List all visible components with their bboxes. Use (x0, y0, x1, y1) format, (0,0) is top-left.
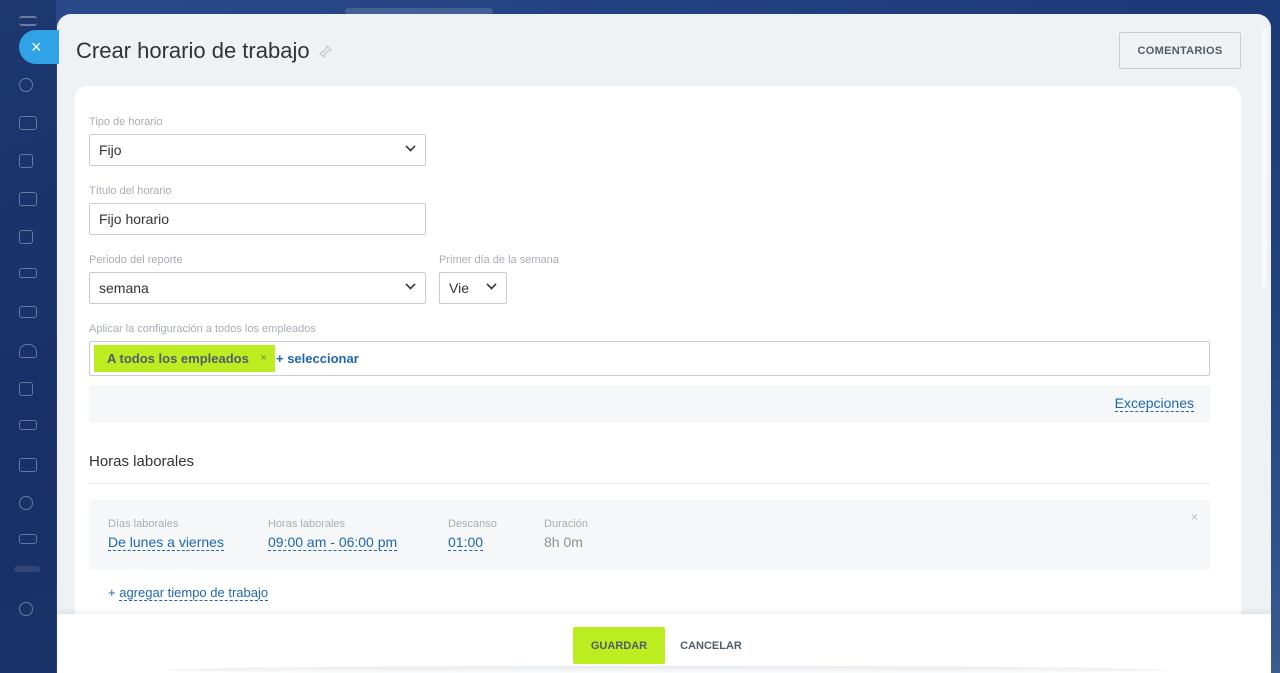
drive-icon[interactable] (19, 268, 37, 278)
exceptions-bar: Excepciones (89, 385, 1210, 423)
cancel-button[interactable]: CANCELAR (675, 627, 747, 664)
tag-remove-icon[interactable]: × (260, 345, 266, 372)
add-working-time-link[interactable]: + agregar tiempo de trabajo (108, 585, 269, 601)
plus-icon: + (108, 585, 116, 600)
document-icon[interactable] (19, 154, 33, 168)
mail-icon[interactable] (19, 306, 37, 318)
schedule-type-label: Tipo de horario (89, 116, 163, 128)
report-period-label: Periodo del reporte (89, 254, 183, 266)
days-column: Días laborales De lunes a viernes (108, 518, 224, 552)
working-hours-title: Horas laborales (89, 453, 195, 470)
scrollbar[interactable] (1262, 28, 1267, 288)
schedule-type-value: Fijo (99, 142, 122, 158)
days-label: Días laborales (108, 518, 179, 530)
remove-row-icon[interactable]: × (1191, 510, 1198, 524)
form-card: Tipo de horario Fijo Título del horario … (75, 86, 1241, 673)
footer-shadow (167, 666, 1167, 673)
chat-icon[interactable] (19, 116, 37, 130)
cart-icon[interactable] (19, 534, 37, 544)
schedule-icon[interactable] (19, 458, 37, 472)
first-day-select[interactable]: Vie (439, 272, 507, 304)
file-icon[interactable] (19, 230, 33, 244)
days-link[interactable]: De lunes a viernes (108, 534, 224, 551)
duration-column: Duración 8h 0m (544, 518, 588, 552)
all-employees-tag: A todos los empleados × (94, 345, 275, 372)
schedule-title-value: Fijo horario (99, 211, 170, 227)
break-label: Descanso (448, 518, 497, 530)
schedule-row: Días laborales De lunes a viernes Horas … (89, 500, 1210, 570)
schedule-title-label: Título del horario (89, 185, 172, 197)
section-divider (89, 483, 1210, 484)
slider-panel: Crear horario de trabajo COMENTARIOS Tip… (57, 14, 1271, 673)
first-day-value: Vie (449, 280, 469, 296)
report-period-select[interactable]: semana (89, 272, 426, 304)
break-column: Descanso 01:00 (448, 518, 497, 552)
target-icon[interactable] (19, 496, 33, 510)
chevron-down-icon (486, 279, 497, 290)
break-link[interactable]: 01:00 (448, 534, 484, 551)
comments-button[interactable]: COMENTARIOS (1119, 32, 1241, 69)
settings-icon[interactable] (19, 602, 33, 616)
employees-selector[interactable]: A todos los empleados × + seleccionar (89, 341, 1210, 376)
pin-icon[interactable] (318, 44, 333, 59)
all-employees-tag-label: A todos los empleados (107, 351, 249, 366)
close-icon: × (31, 37, 42, 57)
select-employees-link[interactable]: + seleccionar (276, 342, 359, 375)
chevron-down-icon (405, 279, 416, 290)
footer-bar: GUARDAR CANCELAR (57, 614, 1271, 673)
app-sidebar (0, 0, 56, 673)
contacts-icon[interactable] (19, 344, 37, 358)
schedule-title-input[interactable]: Fijo horario (89, 203, 426, 235)
add-working-time-label: agregar tiempo de trabajo (119, 585, 269, 601)
page-title: Crear horario de trabajo (76, 38, 310, 63)
sidebar-bar-icon[interactable] (14, 566, 40, 572)
chevron-down-icon (405, 141, 416, 152)
hours-label: Horas laborales (268, 518, 346, 530)
hours-link[interactable]: 09:00 am - 06:00 pm (268, 534, 398, 551)
save-button[interactable]: GUARDAR (573, 627, 665, 664)
feed-icon[interactable] (19, 78, 33, 92)
calendar-icon[interactable] (19, 192, 37, 206)
close-button[interactable]: × (19, 30, 59, 64)
hours-column: Horas laborales 09:00 am - 06:00 pm (268, 518, 398, 552)
exceptions-link[interactable]: Excepciones (1114, 395, 1194, 412)
duration-label: Duración (544, 518, 589, 530)
tasks-icon[interactable] (19, 382, 33, 396)
funnel-icon[interactable] (19, 420, 37, 430)
duration-value: 8h 0m (544, 534, 583, 550)
first-day-label: Primer día de la semana (439, 254, 559, 266)
schedule-type-select[interactable]: Fijo (89, 134, 426, 166)
report-period-value: semana (99, 280, 149, 296)
apply-to-label: Aplicar la configuración a todos los emp… (89, 323, 316, 335)
menu-icon[interactable] (19, 16, 37, 26)
